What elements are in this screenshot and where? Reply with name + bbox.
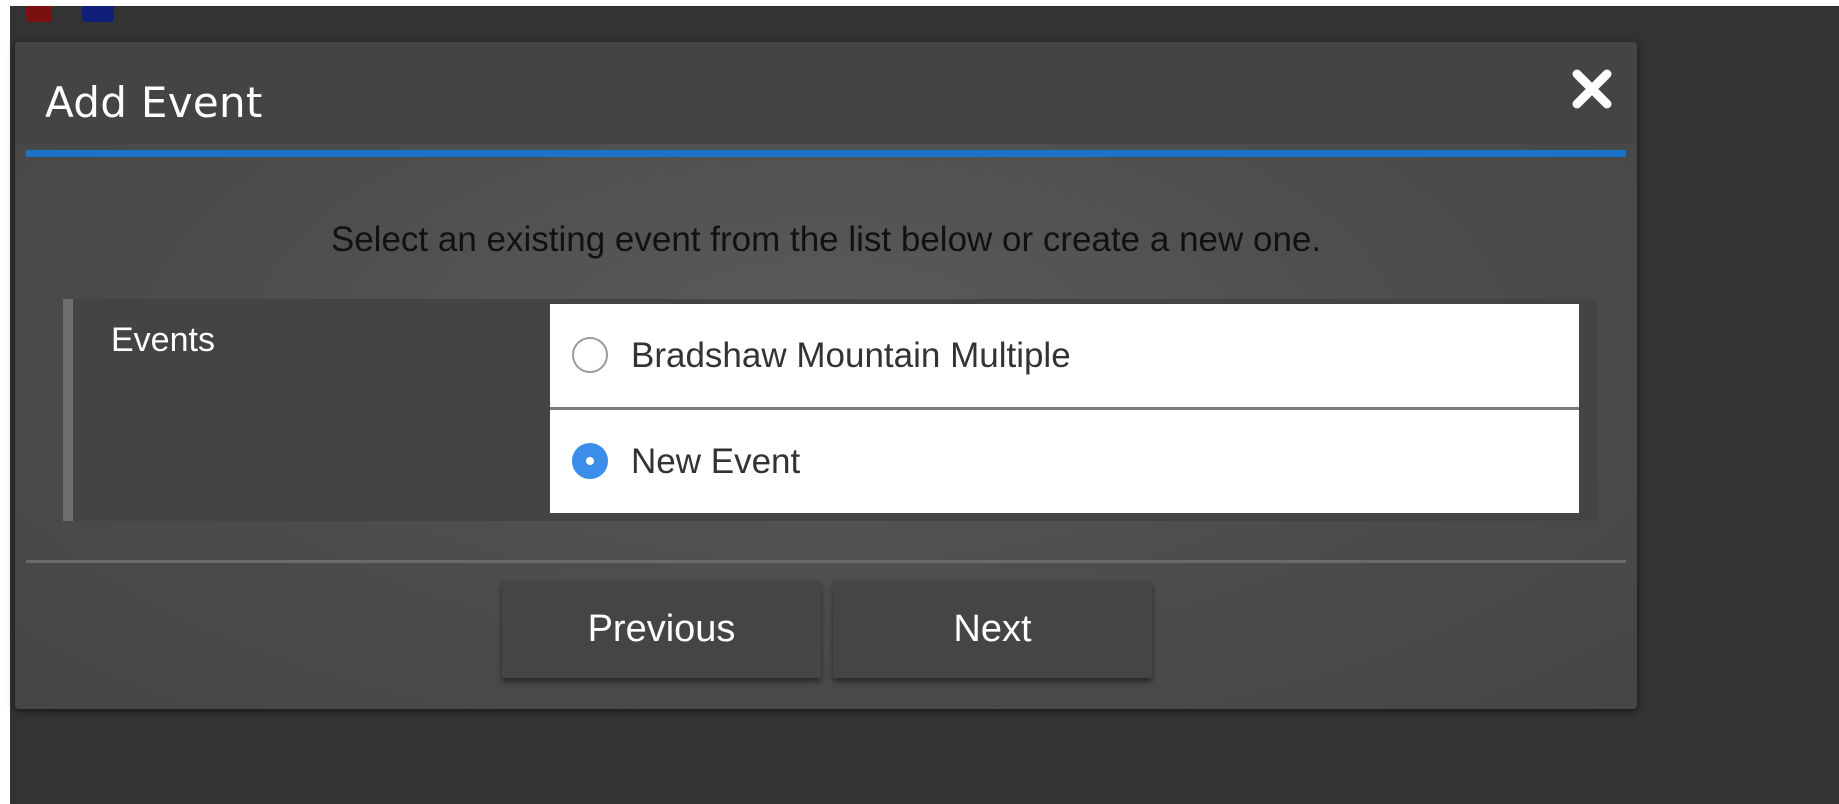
close-button[interactable] bbox=[1569, 66, 1615, 112]
event-option-label: New Event bbox=[631, 442, 801, 481]
events-label: Events bbox=[111, 321, 215, 359]
radio-selected[interactable] bbox=[572, 443, 608, 479]
add-event-dialog: Add Event Select an existing event from … bbox=[15, 42, 1637, 709]
close-icon bbox=[1572, 69, 1612, 109]
previous-button[interactable]: Previous bbox=[502, 581, 821, 678]
footer-divider bbox=[26, 560, 1626, 563]
background-element bbox=[26, 6, 52, 22]
events-radio-group: Bradshaw Mountain Multiple New Event bbox=[550, 304, 1579, 515]
background-element bbox=[82, 6, 114, 22]
event-option-label: Bradshaw Mountain Multiple bbox=[631, 336, 1071, 375]
dialog-title: Add Event bbox=[45, 78, 263, 127]
event-option-new-event[interactable]: New Event bbox=[550, 410, 1579, 513]
event-option-bradshaw-mountain-multiple[interactable]: Bradshaw Mountain Multiple bbox=[550, 304, 1579, 407]
next-button[interactable]: Next bbox=[833, 581, 1152, 678]
header-divider bbox=[26, 150, 1626, 157]
radio-unselected[interactable] bbox=[572, 337, 608, 373]
dialog-header: Add Event bbox=[15, 42, 1637, 144]
events-field: Events Bradshaw Mountain Multiple New Ev… bbox=[63, 299, 1597, 521]
instruction-text: Select an existing event from the list b… bbox=[330, 220, 1322, 259]
